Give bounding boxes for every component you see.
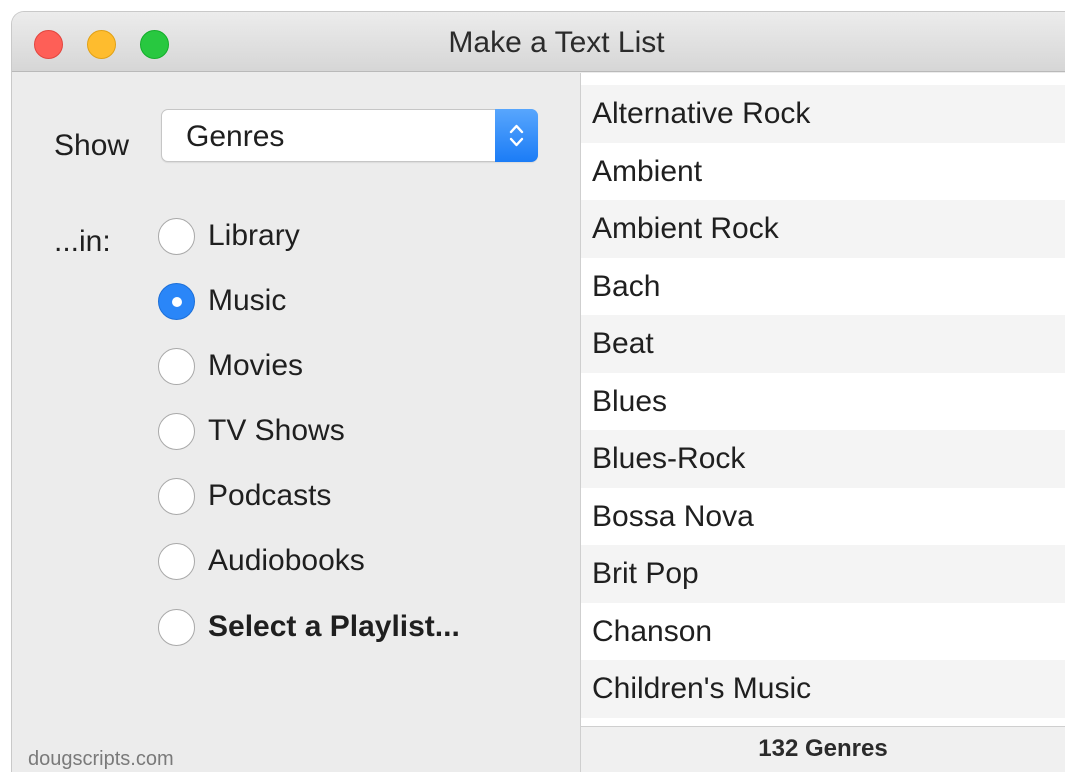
radio-option-label: Podcasts — [208, 479, 332, 512]
list-item[interactable]: Ambient — [581, 143, 1065, 201]
list-item[interactable]: Blues-Rock — [581, 430, 1065, 488]
radio-option-label: TV Shows — [208, 414, 345, 447]
in-label: ...in: — [54, 225, 111, 258]
list-item[interactable]: Chanson — [581, 603, 1065, 661]
credit-text: dougscripts.com — [28, 748, 174, 770]
chevron-up-down-icon — [495, 109, 538, 162]
app-window: Make a Text List Show Genres ...in: Libr… — [12, 12, 1065, 772]
show-label: Show — [54, 129, 130, 162]
results-count: 132 Genres — [581, 726, 1065, 772]
radio-option-label: Movies — [208, 349, 304, 382]
radio-option-label: Library — [208, 219, 300, 252]
window-title: Make a Text List — [448, 26, 665, 59]
radio-button-icon[interactable] — [158, 478, 195, 515]
results-list[interactable]: Alternative Rock Ambient Ambient Rock Bach B… — [581, 85, 1065, 718]
show-popup-button[interactable]: Genres — [161, 109, 538, 162]
results-pane: Alternative Rock Ambient Ambient Rock Bach B… — [580, 73, 1065, 772]
list-item[interactable]: Brit Pop — [581, 545, 1065, 603]
radio-option-label: Audiobooks — [208, 544, 365, 577]
radio-option-label: Music — [208, 284, 287, 317]
list-item[interactable]: Bossa Nova — [581, 488, 1065, 546]
list-item[interactable]: Beat — [581, 315, 1065, 373]
title-bar[interactable]: Make a Text List — [12, 12, 1065, 72]
radio-option-label: Select a Playlist... — [208, 610, 460, 643]
radio-button-icon[interactable] — [158, 609, 195, 646]
radio-button-icon[interactable] — [158, 413, 195, 450]
options-pane: Show Genres ...in: Library Music Movies TV … — [12, 73, 580, 772]
list-item[interactable]: Alternative Rock — [581, 85, 1065, 143]
list-item[interactable]: Bach — [581, 258, 1065, 316]
radio-button-icon[interactable] — [158, 348, 195, 385]
radio-button-icon[interactable] — [158, 218, 195, 255]
show-popup-value: Genres — [186, 120, 285, 153]
radio-button-icon[interactable] — [158, 543, 195, 580]
list-item[interactable]: Children's Music — [581, 660, 1065, 718]
list-item[interactable]: Blues — [581, 373, 1065, 431]
radio-button-icon[interactable] — [158, 283, 195, 320]
list-item[interactable]: Ambient Rock — [581, 200, 1065, 258]
